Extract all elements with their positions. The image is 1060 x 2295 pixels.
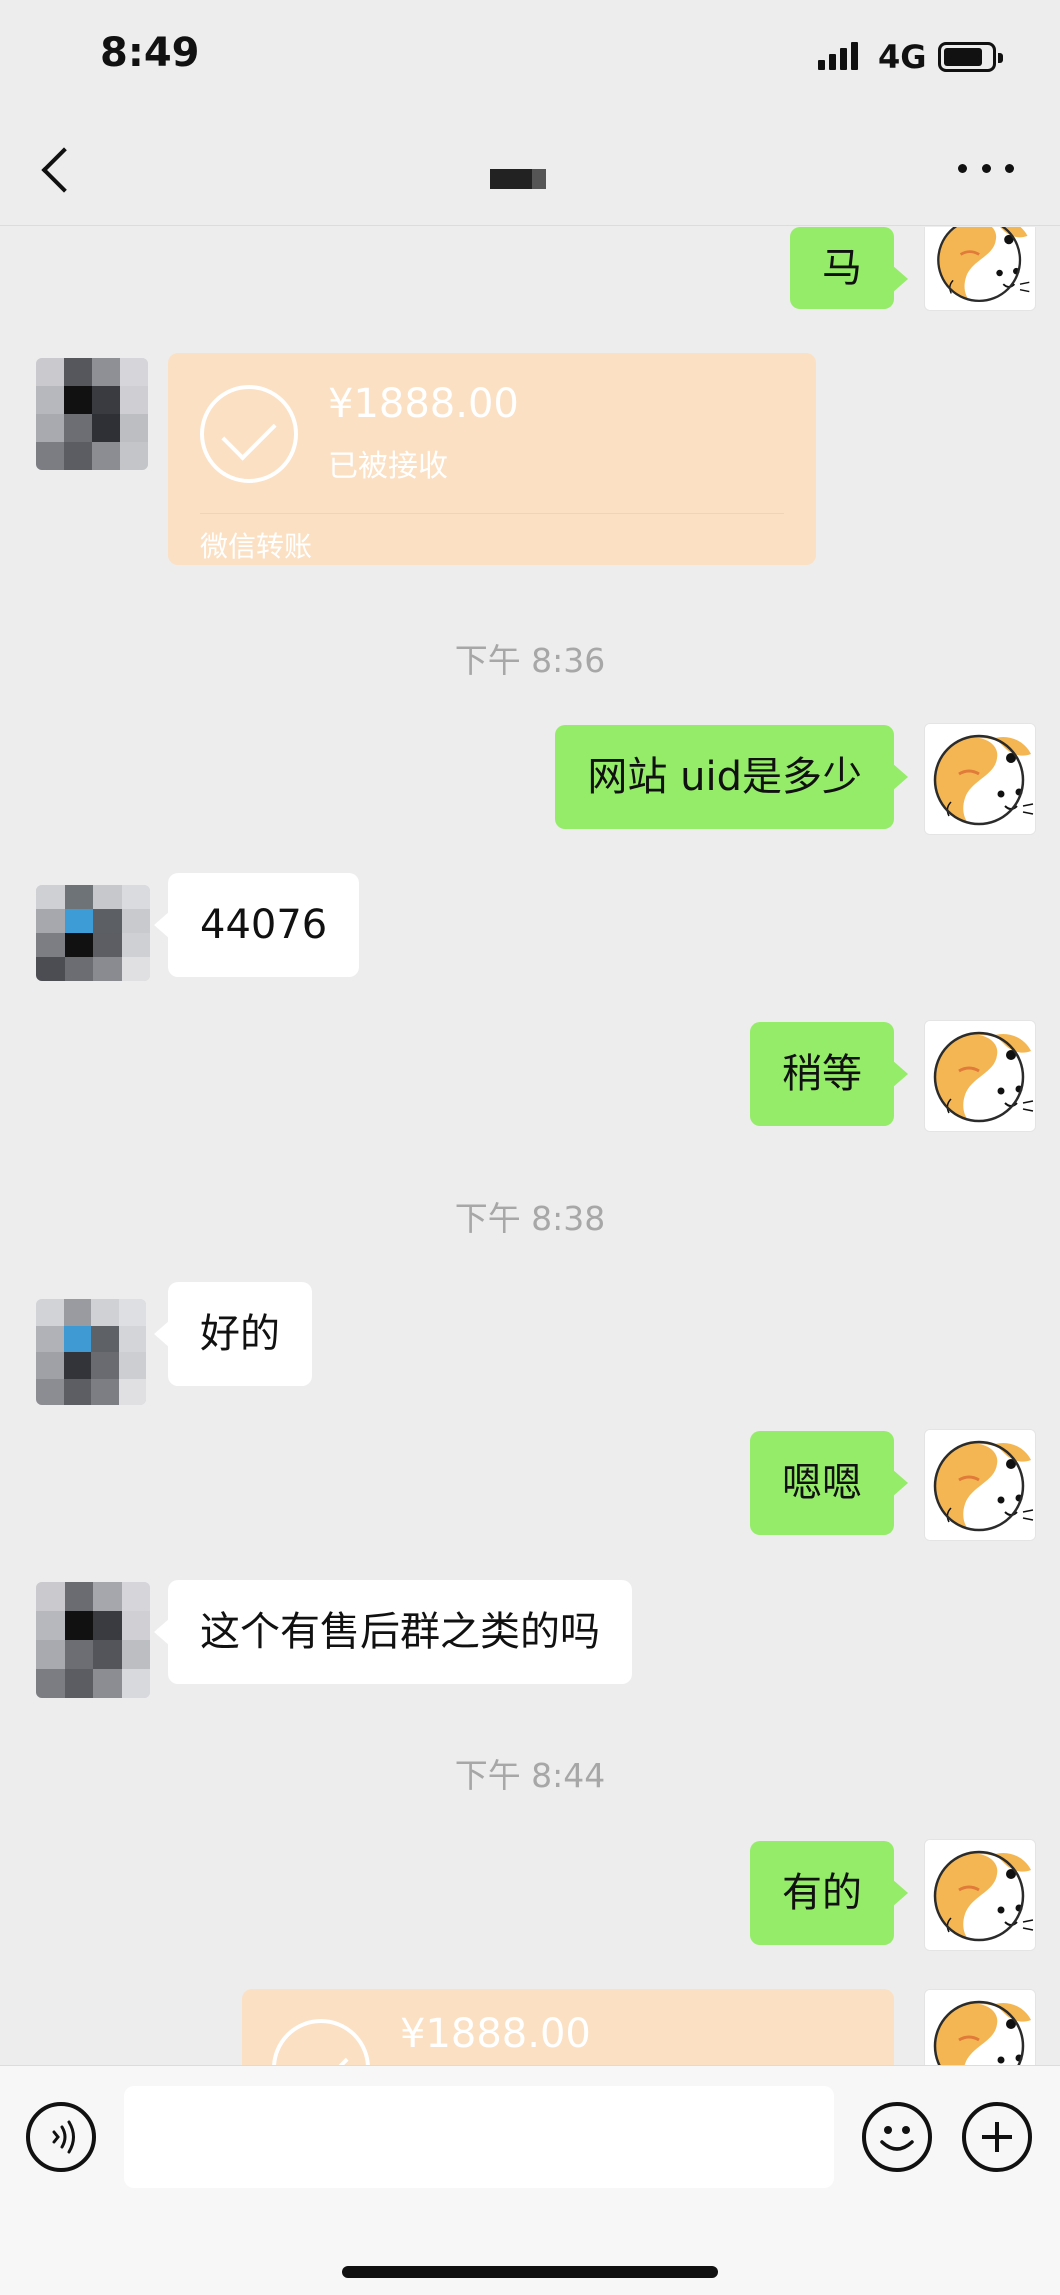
network-type: 4G xyxy=(878,38,927,76)
contact-avatar[interactable] xyxy=(36,358,148,470)
timestamp: 下午 8:38 xyxy=(454,1199,606,1238)
message-text: 嗯嗯 xyxy=(782,1460,862,1506)
message-bubble-outgoing[interactable]: 马 xyxy=(790,227,908,309)
message-bubble-incoming[interactable]: 这个有售后群之类的吗 xyxy=(154,1580,632,1684)
message-input[interactable] xyxy=(124,2086,834,2188)
message-bubble-outgoing[interactable]: 稍等 xyxy=(750,1022,908,1126)
message-text: 马 xyxy=(822,245,862,291)
transfer-card[interactable]: ¥1888.00 xyxy=(242,1989,894,2065)
chat-title-redacted xyxy=(490,169,546,189)
message-text: 稍等 xyxy=(782,1051,862,1097)
message-bubble-incoming[interactable]: 44076 xyxy=(153,873,360,977)
check-circle-icon xyxy=(200,385,298,483)
message-bubble-outgoing[interactable]: 网站 uid是多少 xyxy=(555,725,908,829)
back-chevron-icon[interactable] xyxy=(34,138,82,198)
check-circle-icon xyxy=(272,2019,370,2065)
my-avatar[interactable] xyxy=(924,1429,1036,1541)
contact-avatar[interactable] xyxy=(36,1299,146,1405)
signal-icon xyxy=(818,42,860,70)
transfer-amount: ¥1888.00 xyxy=(328,381,519,427)
emoji-icon[interactable] xyxy=(862,2102,932,2172)
message-text: 有的 xyxy=(782,1870,862,1916)
voice-icon[interactable] xyxy=(26,2102,96,2172)
my-avatar[interactable] xyxy=(924,1839,1036,1951)
message-text: 网站 uid是多少 xyxy=(587,754,862,800)
contact-avatar[interactable] xyxy=(36,1582,150,1698)
message-text: 好的 xyxy=(200,1311,280,1357)
message-text: 44076 xyxy=(200,902,328,948)
timestamp: 下午 8:36 xyxy=(454,641,606,680)
my-avatar[interactable] xyxy=(924,1020,1036,1132)
my-avatar[interactable] xyxy=(924,1989,1036,2065)
message-text: 这个有售后群之类的吗 xyxy=(200,1609,600,1655)
transfer-status: 已被接收 xyxy=(328,449,448,484)
message-bubble-outgoing[interactable]: 嗯嗯 xyxy=(750,1431,908,1535)
status-bar: 8:49 4G xyxy=(0,0,1060,112)
my-avatar[interactable] xyxy=(924,227,1036,311)
more-dots-icon[interactable] xyxy=(958,156,1014,180)
my-avatar[interactable] xyxy=(924,723,1036,835)
home-indicator[interactable] xyxy=(342,2266,718,2278)
chat-header xyxy=(0,112,1060,226)
message-bubble-outgoing[interactable]: 有的 xyxy=(750,1841,908,1945)
transfer-card[interactable]: ¥1888.00 已被接收 微信转账 xyxy=(168,353,816,565)
status-time: 8:49 xyxy=(100,30,200,76)
input-bar xyxy=(0,2065,1060,2295)
plus-icon[interactable] xyxy=(962,2102,1032,2172)
transfer-amount: ¥1888.00 xyxy=(400,2011,591,2057)
message-bubble-incoming[interactable]: 好的 xyxy=(154,1282,312,1386)
message-list[interactable]: 马 ¥1888.00 已被接收 微信转账 下午 8:36 网站 uid是多少 4… xyxy=(0,227,1060,2065)
transfer-footer: 微信转账 xyxy=(200,530,313,563)
battery-icon xyxy=(938,42,1003,72)
timestamp: 下午 8:44 xyxy=(454,1756,606,1795)
contact-avatar[interactable] xyxy=(36,885,150,981)
divider xyxy=(200,513,784,514)
